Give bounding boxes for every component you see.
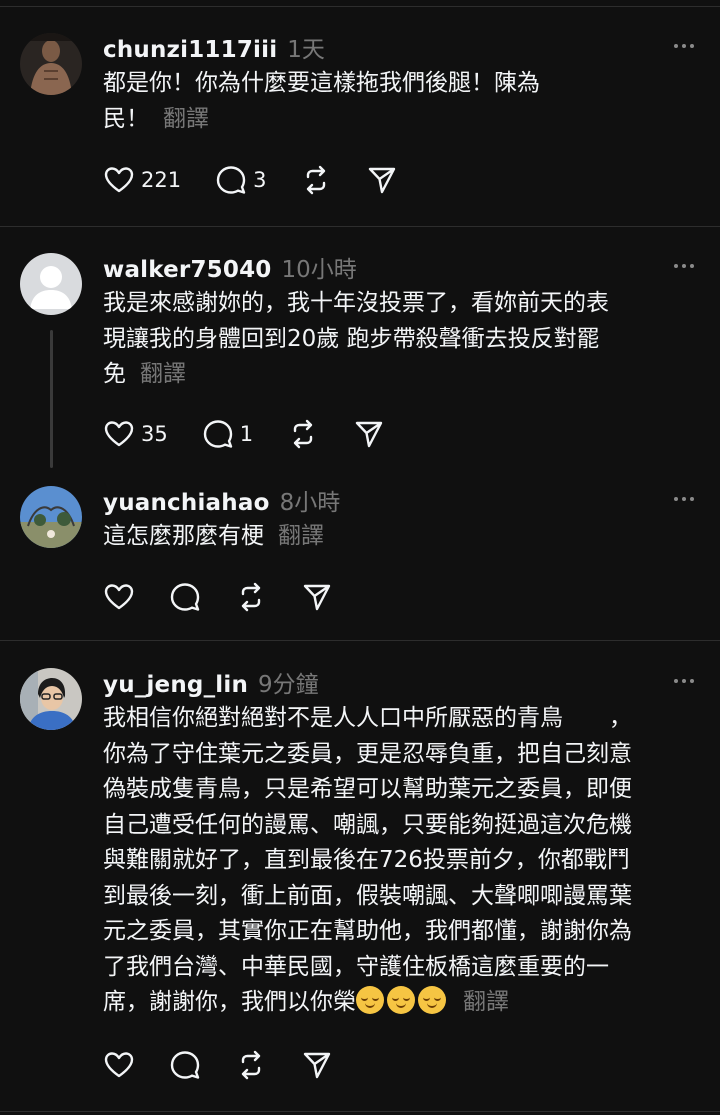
translate-link[interactable]: 翻譯	[278, 523, 324, 549]
like-button[interactable]	[103, 581, 135, 613]
repost-icon	[293, 419, 313, 449]
heart-icon	[104, 167, 134, 193]
post-divider	[0, 226, 720, 227]
action-bar	[103, 581, 367, 613]
like-button[interactable]	[103, 1049, 135, 1081]
like-count: 221	[141, 168, 182, 192]
post-time: 8小時	[279, 490, 341, 516]
avatar[interactable]	[20, 253, 82, 315]
translate-link[interactable]: 翻譯	[163, 106, 209, 132]
action-bar: 35 1	[103, 418, 419, 450]
like-button[interactable]: 35	[103, 418, 168, 450]
post-time: 1天	[287, 37, 325, 63]
action-bar: 221 3	[103, 164, 432, 196]
comment-icon	[170, 1051, 200, 1079]
more-icon[interactable]	[674, 497, 694, 501]
relieved-emoji	[356, 986, 384, 1014]
avatar[interactable]	[20, 486, 82, 548]
send-icon	[303, 1052, 331, 1079]
post-divider	[0, 640, 720, 641]
more-icon[interactable]	[674, 44, 694, 48]
post-body: 這怎麼那麼有梗	[103, 523, 264, 549]
repost-icon	[241, 582, 261, 612]
repost-icon	[241, 1050, 261, 1080]
post-text: 我相信你絕對絕對不是人人口中所厭惡的青鳥 ， 你為了守住葉元之委員，更是忍辱負重…	[103, 701, 703, 1021]
heart-icon	[104, 1052, 134, 1078]
like-count: 35	[141, 422, 168, 446]
reply-button[interactable]: 3	[215, 164, 266, 196]
like-button[interactable]: 221	[103, 164, 181, 196]
username[interactable]: yu_jeng_lin	[103, 672, 248, 698]
username[interactable]: chunzi1117iii	[103, 37, 277, 63]
comment-icon	[216, 166, 246, 194]
repost-button[interactable]	[287, 418, 319, 450]
heart-icon	[104, 584, 134, 610]
reply-count: 3	[253, 168, 267, 192]
post-time: 9分鐘	[258, 672, 319, 698]
comment-icon	[170, 583, 200, 611]
reply-button[interactable]	[169, 581, 201, 613]
repost-button[interactable]	[300, 164, 332, 196]
bottom-divider	[0, 1111, 720, 1112]
username[interactable]: walker75040	[103, 257, 272, 283]
relieved-emoji	[418, 986, 446, 1014]
reply-button[interactable]	[169, 1049, 201, 1081]
username[interactable]: yuanchiahao	[103, 490, 270, 516]
relieved-emoji	[387, 986, 415, 1014]
more-icon[interactable]	[674, 264, 694, 268]
post-time: 10小時	[281, 257, 357, 283]
post-body: 我相信你絕對絕對不是人人口中所厭惡的青鳥 ， 你為了守住葉元之委員，更是忍辱負重…	[103, 705, 632, 1015]
repost-button[interactable]	[235, 581, 267, 613]
avatar[interactable]	[20, 33, 82, 95]
action-bar	[103, 1049, 367, 1081]
send-icon	[355, 421, 383, 448]
reply-button[interactable]: 1	[202, 418, 253, 450]
post-text: 都是你！你為什麼要這樣拖我們後腿！陳為 民！ 翻譯	[103, 66, 703, 137]
share-button[interactable]	[353, 418, 385, 450]
share-button[interactable]	[366, 164, 398, 196]
reply-count: 1	[239, 422, 254, 446]
repost-button[interactable]	[235, 1049, 267, 1081]
post-text: 我是來感謝妳的，我十年沒投票了，看妳前天的表 現讓我的身體回到20歲 跑步帶殺聲…	[103, 286, 703, 393]
top-divider	[0, 6, 720, 7]
heart-icon	[104, 421, 134, 447]
send-icon	[369, 167, 396, 194]
post-text: 這怎麼那麼有梗 翻譯	[103, 519, 703, 555]
translate-link[interactable]: 翻譯	[140, 361, 186, 387]
thread-line	[50, 330, 53, 468]
translate-link[interactable]: 翻譯	[463, 989, 509, 1015]
avatar[interactable]	[20, 668, 82, 730]
more-icon[interactable]	[674, 679, 694, 683]
share-button[interactable]	[301, 581, 333, 613]
repost-icon	[307, 165, 326, 195]
share-button[interactable]	[301, 1049, 333, 1081]
send-icon	[303, 584, 331, 611]
comment-icon	[203, 420, 232, 448]
